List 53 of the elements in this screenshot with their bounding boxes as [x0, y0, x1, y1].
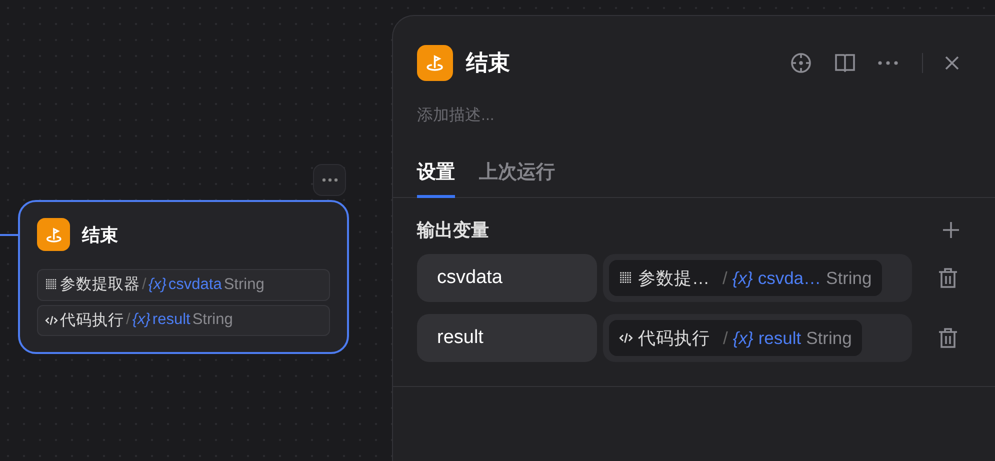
delete-button[interactable] — [938, 267, 958, 289]
book-icon — [834, 53, 856, 73]
more-icon — [322, 178, 338, 182]
variable-name-field[interactable]: result — [417, 314, 597, 362]
trash-icon — [938, 267, 958, 289]
variable-name: result — [152, 311, 190, 330]
close-icon — [945, 56, 959, 70]
flag-icon — [424, 52, 446, 74]
section-title: 输出变量 — [417, 219, 489, 242]
variable-name: csvda… — [758, 268, 822, 288]
path-separator: / — [142, 276, 146, 294]
path-separator: / — [126, 311, 130, 330]
more-icon — [878, 61, 898, 65]
variable-name: result — [758, 328, 802, 348]
docs-button[interactable] — [834, 53, 856, 73]
source-node-name: 参数提取器 — [60, 275, 140, 296]
grid-icon — [619, 271, 633, 285]
code-icon — [45, 314, 58, 327]
connector-line — [0, 234, 18, 236]
variable-mark: {x} — [732, 268, 753, 288]
variable-mark: {x} — [148, 276, 166, 294]
source-node-name: 参数提… — [638, 267, 710, 290]
variable-name: csvdata — [168, 276, 222, 294]
variable-selector[interactable]: 代码执行 / {x} result String — [603, 314, 912, 362]
grid-icon — [45, 278, 58, 292]
variable-name-field[interactable]: csvdata — [417, 254, 597, 302]
source-node-name: 代码执行 — [638, 327, 710, 350]
path-separator: / — [722, 268, 728, 288]
variable-type: String — [826, 268, 872, 288]
description-field[interactable]: 添加描述... — [417, 107, 717, 125]
variable-type: String — [224, 276, 264, 294]
node-title: 结束 — [82, 224, 118, 246]
code-icon — [619, 331, 633, 345]
variable-mark: {x} — [732, 328, 754, 348]
tab[interactable]: 设置 — [417, 159, 455, 198]
variable-type: String — [192, 311, 233, 330]
path-separator: / — [723, 328, 728, 348]
variable-selector[interactable]: 参数提… / {x} csvda… String — [603, 254, 912, 302]
variable-type: String — [806, 328, 852, 348]
delete-button[interactable] — [938, 327, 958, 349]
add-button[interactable] — [943, 222, 959, 238]
end-node[interactable]: 结束 参数提取器/{x}csvdataString 代码执行/{x}resultString — [18, 200, 349, 354]
tab[interactable]: 上次运行 — [479, 159, 555, 198]
trash-icon — [938, 327, 958, 349]
variable-mark: {x} — [132, 311, 150, 330]
panel-title: 结束 — [466, 49, 511, 77]
plus-icon — [943, 222, 959, 238]
crosshair-icon — [790, 52, 812, 74]
source-node-name: 代码执行 — [60, 310, 124, 331]
close-button[interactable] — [945, 56, 959, 70]
locate-button[interactable] — [790, 52, 812, 74]
more-button[interactable] — [313, 164, 346, 196]
more-button[interactable] — [878, 61, 898, 65]
